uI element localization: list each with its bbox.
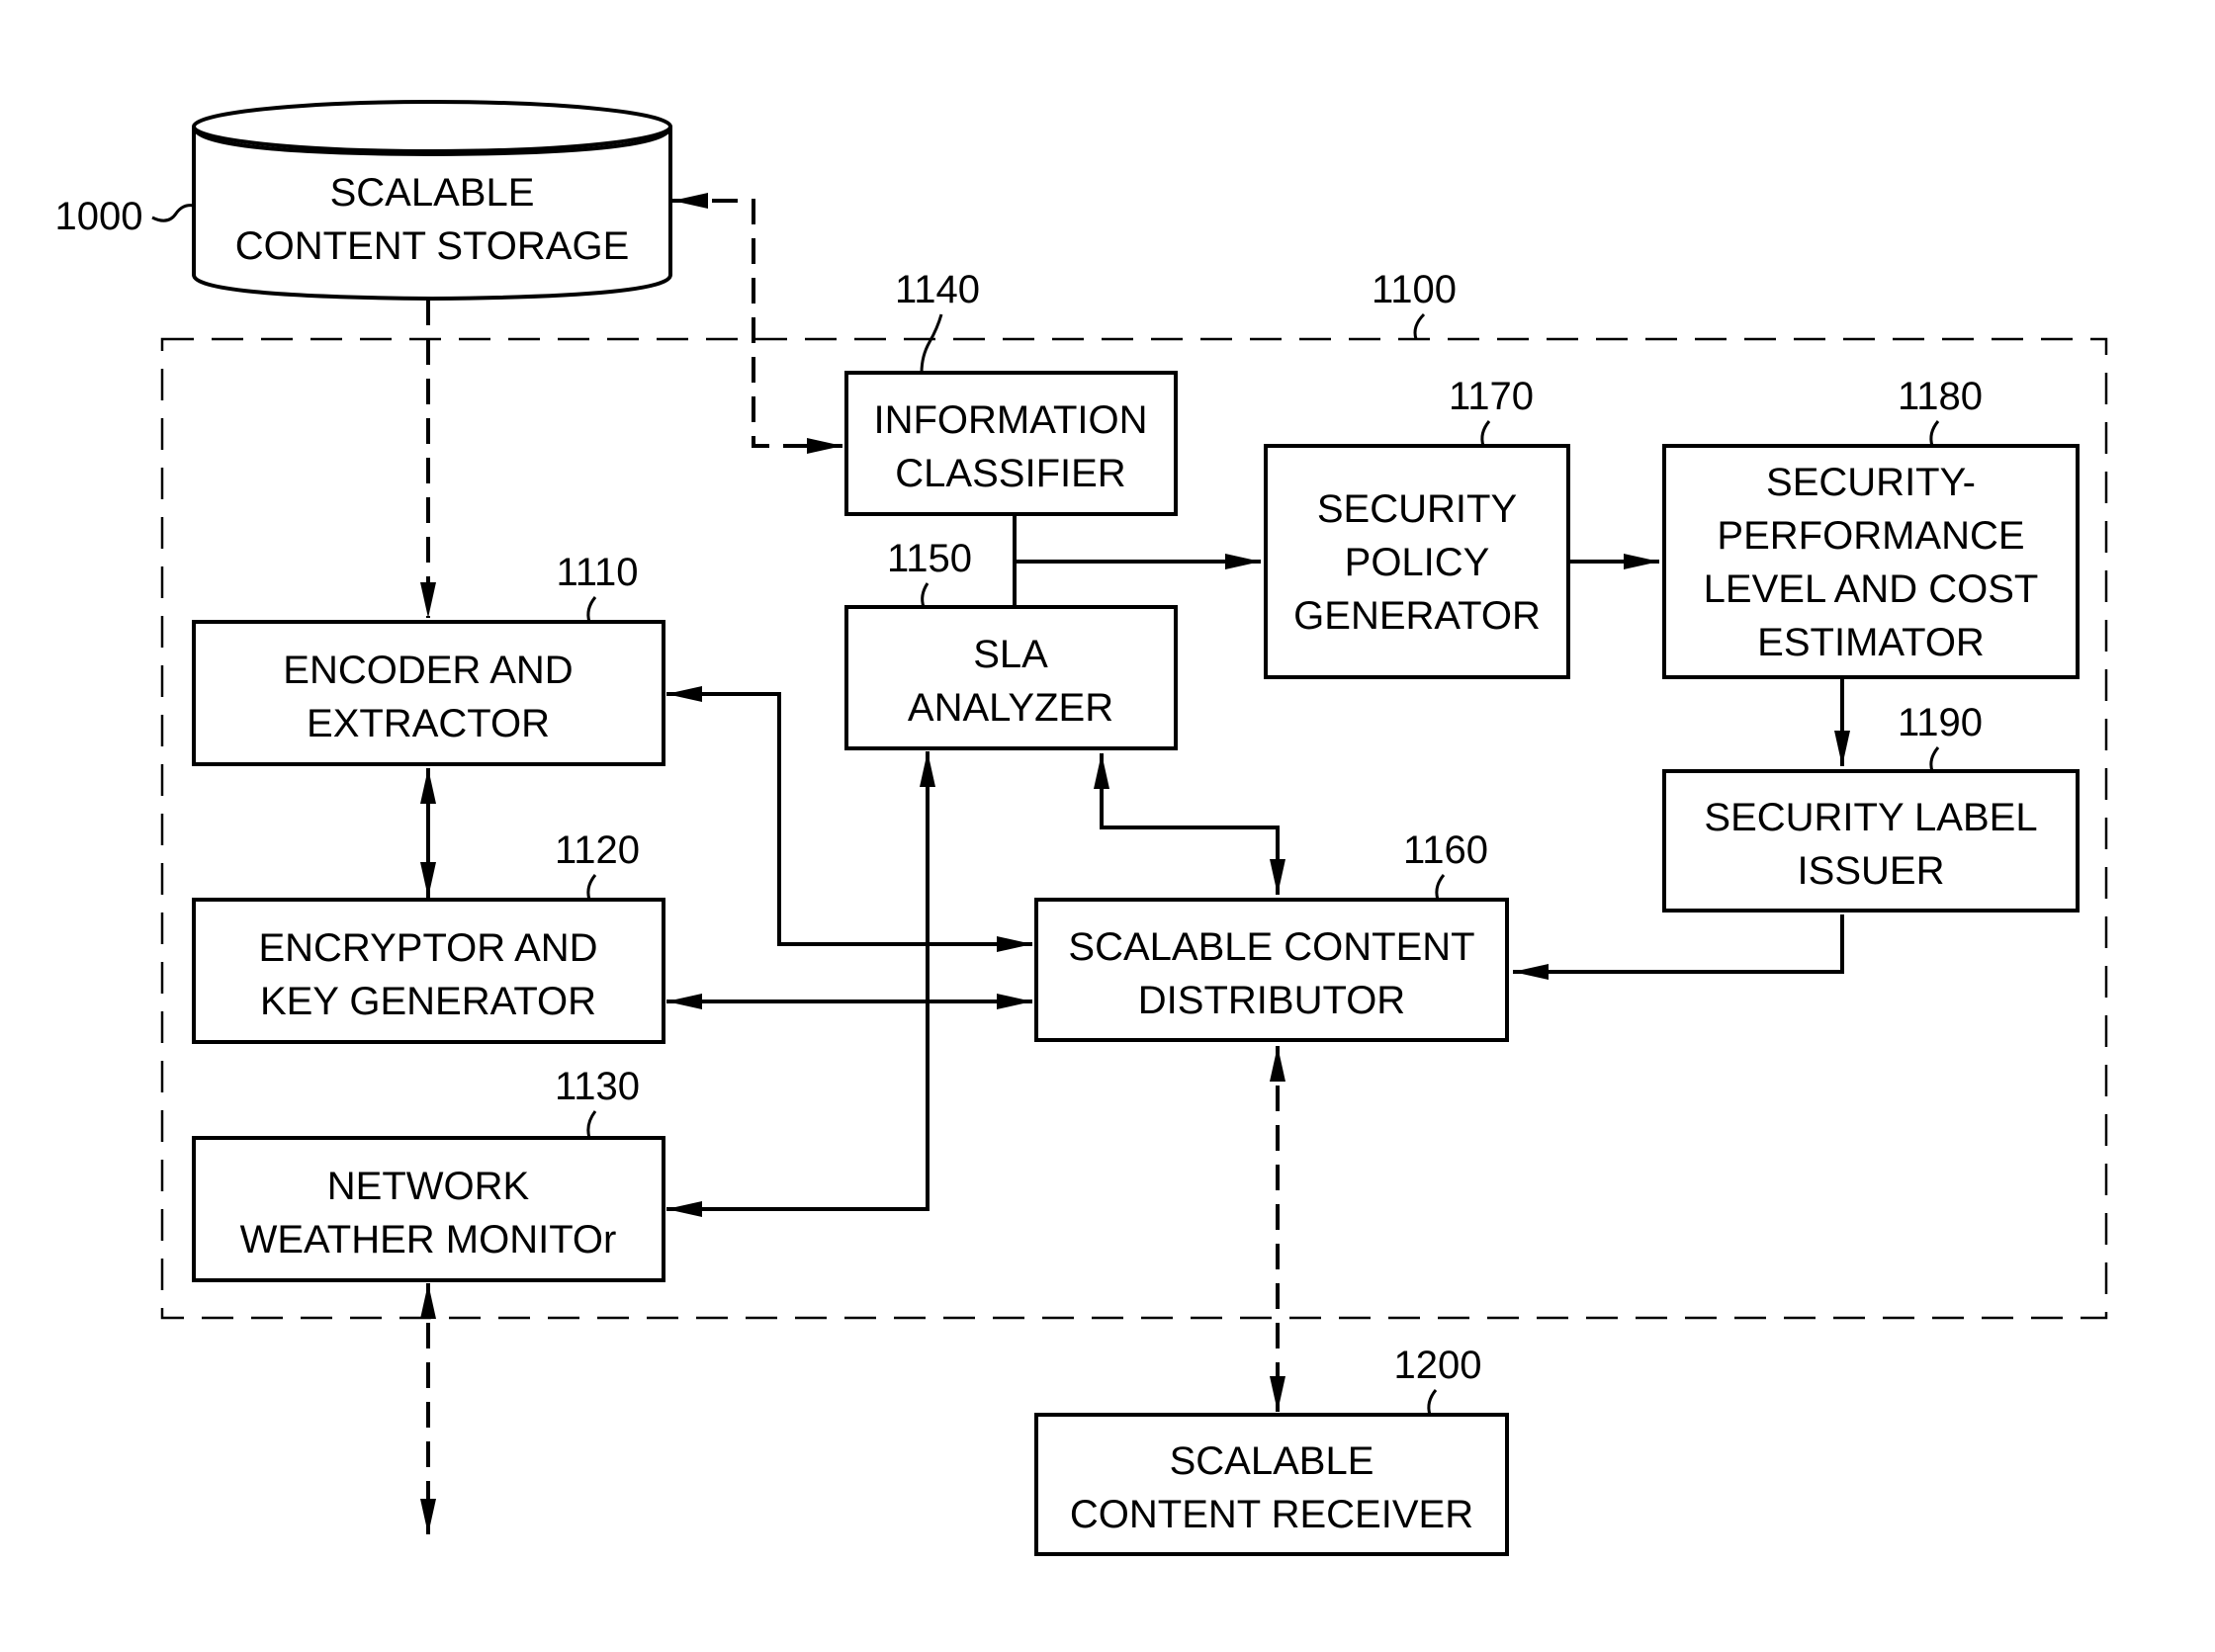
node-label-line: CONTENT RECEIVER [1070, 1493, 1473, 1536]
reference-numeral-1130: 1130 [555, 1065, 640, 1108]
reference-numeral-1140: 1140 [895, 268, 980, 311]
node-label-line: ESTIMATOR [1757, 621, 1985, 664]
leader-line [1480, 420, 1491, 447]
node-label-line: KEY GENERATOR [260, 980, 596, 1023]
node-label-line: LEVEL AND COST [1704, 567, 2039, 611]
node-security-performance-cost-estimator: SECURITY- PERFORMANCE LEVEL AND COST EST… [1662, 444, 2080, 679]
leader-line [586, 1110, 597, 1139]
node-scalable-content-distributor: SCALABLE CONTENT DISTRIBUTOR [1034, 898, 1509, 1042]
reference-numeral-1190: 1190 [1898, 701, 1983, 744]
node-label-line: EXTRACTOR [307, 702, 550, 745]
leader-line [1929, 746, 1940, 772]
leader-line [920, 313, 943, 374]
edge-network-sla [666, 751, 935, 1217]
node-sla-analyzer: SLA ANALYZER [844, 605, 1178, 750]
node-label-line: SECURITY [1317, 487, 1517, 531]
node-label-line: SCALABLE [330, 171, 535, 215]
reference-numeral: 1000 [55, 195, 143, 238]
node-network-weather-monitor: NETWORK WEATHER MONITOr [192, 1136, 665, 1282]
node-label-line: INFORMATION [873, 398, 1147, 442]
leader-line [1427, 1389, 1438, 1416]
node-label-line: NETWORK [327, 1165, 530, 1208]
node-label-line: WEATHER MONITOr [240, 1218, 617, 1261]
node-label-line: SLA [973, 633, 1048, 676]
node-scalable-content-receiver: SCALABLE CONTENT RECEIVER [1034, 1413, 1509, 1556]
reference-numeral-1170: 1170 [1449, 375, 1534, 418]
node-label-line: ENCODER AND [283, 649, 573, 692]
leader-line [921, 582, 930, 608]
node-label-line: ENCRYPTOR AND [258, 926, 597, 970]
node-label-line: POLICY [1345, 541, 1490, 584]
block-diagram: SCALABLE CONTENT STORAGE 1000 1100 ENCOD… [55, 100, 2108, 1556]
reference-numeral-1150: 1150 [887, 537, 972, 580]
node-label-line: SCALABLE CONTENT [1068, 925, 1474, 969]
node-label-line: SCALABLE [1170, 1439, 1374, 1483]
node-encoder-extractor: ENCODER AND EXTRACTOR [192, 620, 665, 766]
node-label-line: DISTRIBUTOR [1138, 979, 1405, 1022]
node-scalable-content-storage: SCALABLE CONTENT STORAGE [192, 100, 672, 302]
node-label-line: ANALYZER [908, 686, 1113, 730]
leader-line [586, 596, 597, 623]
reference-numeral-1160: 1160 [1403, 828, 1488, 872]
reference-numeral-1120: 1120 [555, 828, 640, 872]
leader-line [1929, 420, 1940, 447]
node-security-label-issuer: SECURITY LABEL ISSUER [1662, 769, 2080, 913]
node-label-line: SECURITY- [1766, 461, 1976, 504]
leader-line [151, 204, 195, 222]
leader-line [586, 874, 597, 901]
node-security-policy-generator: SECURITY POLICY GENERATOR [1264, 444, 1570, 679]
reference-numeral-1200: 1200 [1394, 1344, 1482, 1387]
node-label-line: CONTENT STORAGE [235, 224, 630, 268]
edge-sla-distributor [1094, 753, 1285, 895]
node-label-line: SECURITY LABEL [1704, 796, 2037, 839]
reference-numeral-1180: 1180 [1898, 375, 1983, 418]
leader-line [1413, 312, 1426, 340]
node-label-line: GENERATOR [1293, 594, 1541, 638]
reference-numeral-1100: 1100 [1372, 268, 1457, 311]
node-encryptor-key-generator: ENCRYPTOR AND KEY GENERATOR [192, 898, 665, 1044]
reference-numeral-1110: 1110 [556, 551, 638, 594]
edge-storage-classifier [672, 193, 842, 454]
node-label-line: ISSUER [1798, 849, 1945, 893]
edge-issuer-distributor [1513, 914, 1844, 980]
node-label-line: CLASSIFIER [895, 452, 1125, 495]
node-information-classifier: INFORMATION CLASSIFIER [844, 371, 1178, 516]
ref-1000: 1000 [55, 195, 195, 238]
leader-line [1435, 874, 1446, 901]
node-label-line: PERFORMANCE [1717, 514, 2024, 558]
